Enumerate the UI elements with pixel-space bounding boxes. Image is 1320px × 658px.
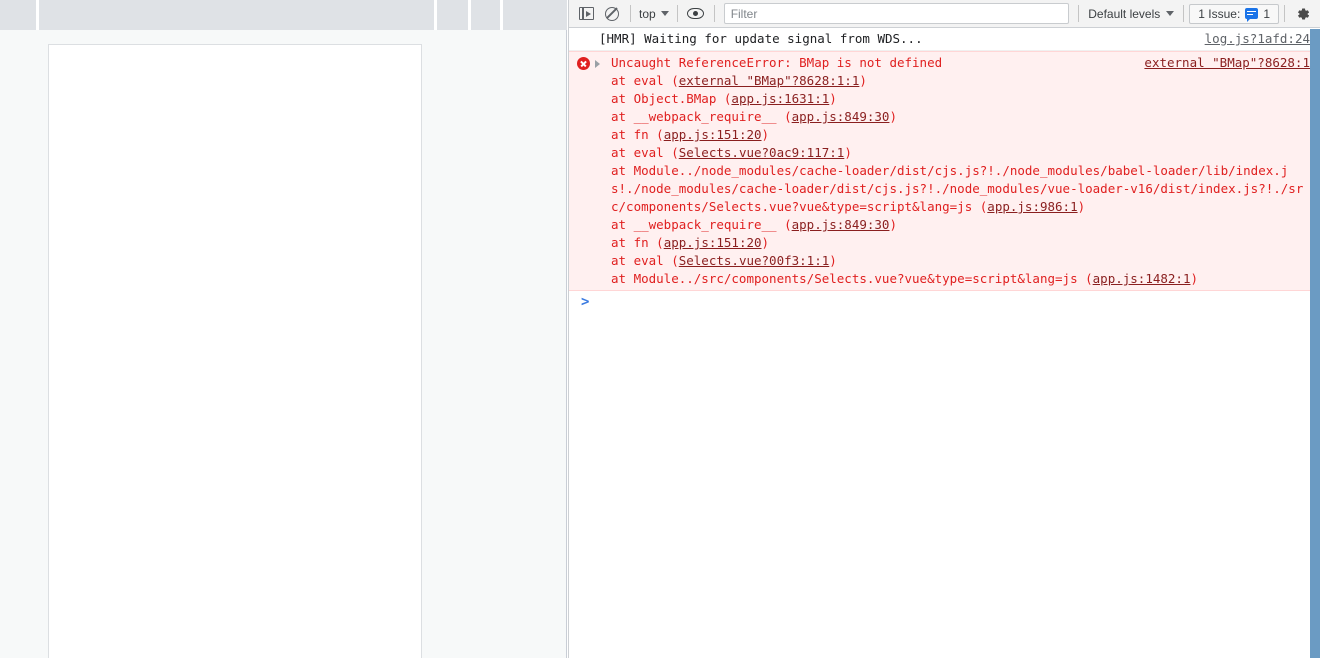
stack-frame: at eval (Selects.vue?00f3:1:1)	[611, 252, 1312, 270]
stack-frame-link[interactable]: app.js:151:20	[664, 235, 762, 250]
stack-frame-text: )	[761, 235, 770, 250]
stack-frame: at fn (app.js:151:20)	[611, 234, 1312, 252]
toolbar-separator	[1284, 5, 1285, 22]
toolbar-separator	[676, 5, 678, 22]
stack-frame-link[interactable]: app.js:849:30	[792, 217, 890, 232]
stack-frame-text: )	[1190, 271, 1199, 286]
chevron-down-icon	[660, 11, 669, 16]
devtools-window: top Default levels 1 Issue: 1	[0, 0, 1320, 658]
stack-frame: at Object.BMap (app.js:1631:1)	[611, 90, 1312, 108]
issues-badge[interactable]: 1 Issue: 1	[1189, 3, 1279, 24]
console-message-info[interactable]: [HMR] Waiting for update signal from WDS…	[569, 28, 1320, 51]
stack-frame-text: at fn (	[611, 235, 664, 250]
clear-console-icon[interactable]	[599, 1, 625, 27]
console-toolbar: top Default levels 1 Issue: 1	[569, 0, 1320, 28]
filter-input[interactable]	[723, 3, 1070, 24]
stack-frame-link[interactable]: app.js:1631:1	[731, 91, 829, 106]
devtools-console-panel: top Default levels 1 Issue: 1	[568, 0, 1320, 658]
toolbar-separator	[1183, 5, 1185, 22]
console-message-error[interactable]: external "BMap"?8628:1 Uncaught Referenc…	[569, 51, 1320, 291]
stack-frame-link[interactable]: Selects.vue?00f3:1:1	[679, 253, 830, 268]
settings-gear-icon[interactable]	[1290, 1, 1316, 27]
chevron-down-icon	[1166, 11, 1175, 16]
issues-count: 1	[1263, 6, 1270, 21]
stack-frame: at __webpack_require__ (app.js:849:30)	[611, 108, 1312, 126]
toolbar-separator	[630, 5, 631, 22]
console-prompt-row[interactable]: >	[569, 291, 1320, 313]
console-prompt-input[interactable]	[599, 291, 1296, 313]
stack-frame-text: )	[844, 145, 852, 160]
console-message-source-link[interactable]: external "BMap"?8628:1	[1144, 54, 1310, 72]
issue-message-icon	[1245, 8, 1259, 22]
stack-frame-text: )	[761, 127, 770, 142]
error-circle-icon	[577, 57, 590, 70]
stack-frame: at __webpack_require__ (app.js:849:30)	[611, 216, 1312, 234]
stack-frame: at eval (external "BMap"?8628:1:1)	[611, 72, 1312, 90]
issues-label: 1 Issue:	[1198, 6, 1241, 21]
console-scrollbar[interactable]	[1310, 29, 1320, 658]
stack-frame-link[interactable]: external "BMap"?8628:1:1	[679, 73, 860, 88]
stack-frame: at eval (Selects.vue?0ac9:117:1)	[611, 144, 1312, 162]
execution-context-label: top	[639, 6, 656, 21]
stack-frame-text: )	[889, 217, 897, 232]
toolbar-separator	[1078, 5, 1080, 22]
page-viewport	[0, 0, 567, 658]
toolbar-separator	[713, 5, 715, 22]
stack-frame: at fn (app.js:151:20)	[611, 126, 1312, 144]
console-prompt-caret: >	[581, 294, 590, 310]
stack-frame-link[interactable]: app.js:1482:1	[1093, 271, 1191, 286]
log-levels-label: Default levels	[1088, 6, 1161, 21]
stack-frame-text: )	[829, 91, 837, 106]
error-stack-trace: at eval (external "BMap"?8628:1:1) at Obj…	[599, 72, 1312, 288]
stack-frame-link[interactable]: app.js:151:20	[664, 127, 762, 142]
page-toolbar-divider	[500, 0, 503, 30]
stack-frame: at Module../src/components/Selects.vue?v…	[611, 270, 1312, 288]
stack-frame-link[interactable]: Selects.vue?0ac9:117:1	[679, 145, 845, 160]
stack-frame-text: at Object.BMap (	[611, 91, 732, 106]
page-toolbar-divider	[36, 0, 39, 30]
stack-frame-text: at Module../node_modules/cache-loader/di…	[611, 163, 1304, 214]
live-expression-icon[interactable]	[683, 1, 709, 27]
stack-frame-text: at __webpack_require__ (	[611, 217, 792, 232]
page-toolbar-strip	[0, 0, 567, 30]
stack-frame-link[interactable]: app.js:986:1	[987, 199, 1077, 214]
stack-frame-text: at eval (	[611, 73, 679, 88]
stack-frame-text: )	[829, 253, 837, 268]
page-toolbar-divider	[468, 0, 471, 30]
sidebar-toggle-icon[interactable]	[573, 1, 599, 27]
stack-frame-text: )	[889, 109, 897, 124]
page-toolbar-divider	[434, 0, 437, 30]
console-message-list[interactable]: [HMR] Waiting for update signal from WDS…	[569, 28, 1320, 658]
stack-frame-text: at Module../src/components/Selects.vue?v…	[611, 271, 1093, 286]
stack-frame-text: at eval (	[611, 145, 679, 160]
execution-context-selector[interactable]: top	[636, 7, 672, 21]
page-viewport-edge	[566, 30, 567, 658]
console-message-source-link[interactable]: log.js?1afd:24	[1205, 30, 1310, 48]
stack-frame: at Module../node_modules/cache-loader/di…	[611, 162, 1312, 216]
page-content-card	[48, 44, 422, 658]
stack-frame-text: at fn (	[611, 127, 664, 142]
stack-frame-link[interactable]: app.js:849:30	[792, 109, 890, 124]
stack-frame-text: at eval (	[611, 253, 679, 268]
stack-frame-text: )	[859, 73, 867, 88]
stack-frame-text: )	[1077, 199, 1086, 214]
log-levels-selector[interactable]: Default levels	[1084, 7, 1178, 21]
stack-frame-text: at __webpack_require__ (	[611, 109, 792, 124]
expand-triangle-icon[interactable]	[595, 60, 600, 68]
